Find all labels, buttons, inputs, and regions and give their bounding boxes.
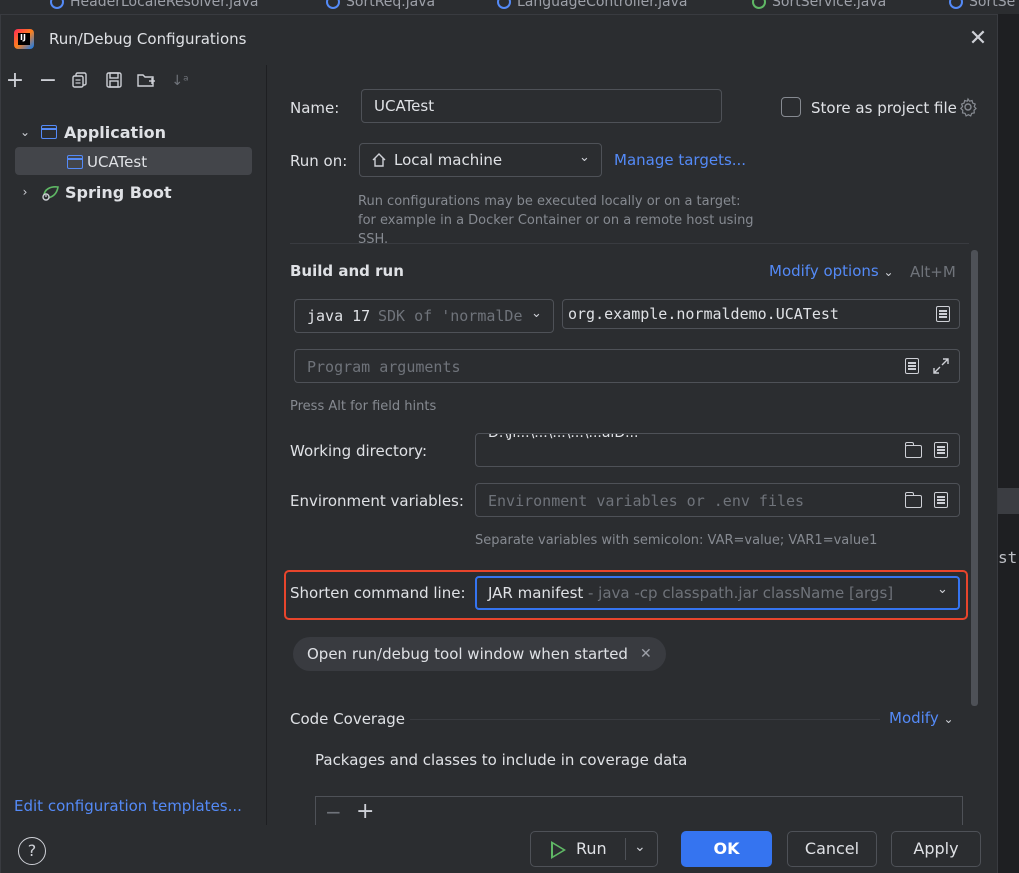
bg-tab-4[interactable]: SortSe bbox=[949, 0, 1015, 10]
java-class-icon bbox=[949, 0, 963, 9]
sort-icon[interactable]: ↓ᵃ bbox=[169, 71, 191, 93]
application-config-icon bbox=[67, 155, 83, 169]
edit-variables-icon[interactable] bbox=[934, 492, 948, 508]
environment-variables-hint: Separate variables with semicolon: VAR=v… bbox=[475, 533, 878, 548]
application-config-icon bbox=[41, 125, 57, 139]
browse-icon[interactable] bbox=[936, 306, 950, 322]
modify-coverage-link[interactable]: Modify ⌄ bbox=[889, 709, 954, 727]
run-on-hint: Run configurations may be executed local… bbox=[358, 194, 754, 247]
chevron-down-icon: ⌄ bbox=[883, 265, 894, 279]
run-on-dropdown[interactable]: Local machine ⌄ bbox=[359, 143, 602, 177]
add-icon[interactable]: + bbox=[356, 799, 374, 824]
name-label: Name: bbox=[290, 99, 340, 117]
working-directory-field[interactable]: D:\Ji...\...\...\...\...alD... bbox=[475, 433, 960, 467]
bg-tab-0[interactable]: HeaderLocaleResolver.java bbox=[50, 0, 259, 10]
help-button[interactable]: ? bbox=[18, 837, 46, 865]
maximize-icon[interactable] bbox=[932, 357, 950, 379]
insert-macro-icon[interactable] bbox=[934, 442, 948, 458]
open-tool-window-option-chip[interactable]: Open run/debug tool window when started … bbox=[293, 637, 666, 671]
remove-icon[interactable]: − bbox=[37, 70, 59, 93]
gear-icon[interactable] bbox=[958, 97, 978, 121]
run-debug-configurations-dialog: IJ Run/Debug Configurations ✕ + − ↓ᵃ ⌄ A… bbox=[0, 14, 998, 873]
field-hints-note: Press Alt for field hints bbox=[290, 399, 437, 414]
new-folder-icon[interactable] bbox=[135, 71, 157, 93]
shorten-command-line-dropdown[interactable]: JAR manifest - java -cp classpath.jar cl… bbox=[475, 576, 960, 610]
configuration-form: Name: UCATest Store as project file Run … bbox=[268, 65, 997, 828]
background-editor-tabs: HeaderLocaleResolver.java SortReq.java L… bbox=[0, 0, 1019, 14]
save-icon[interactable] bbox=[103, 71, 125, 93]
dialog-titlebar: IJ Run/Debug Configurations ✕ bbox=[1, 15, 997, 65]
configurations-sidebar: + − ↓ᵃ ⌄ Application UCATest › Spring Bo… bbox=[1, 65, 267, 873]
form-scrollbar[interactable] bbox=[971, 250, 978, 706]
apply-button[interactable]: Apply bbox=[891, 831, 981, 867]
chevron-down-icon: ⌄ bbox=[937, 582, 948, 597]
separator bbox=[290, 243, 969, 244]
name-field[interactable]: UCATest bbox=[361, 89, 722, 123]
ok-button[interactable]: OK bbox=[681, 831, 772, 867]
program-arguments-field[interactable]: Program arguments bbox=[294, 349, 960, 383]
chevron-down-icon: ⌄ bbox=[531, 306, 542, 321]
java-class-icon bbox=[497, 0, 511, 9]
cancel-button[interactable]: Cancel bbox=[787, 831, 877, 867]
run-button[interactable]: Run ⌄ bbox=[530, 831, 658, 867]
separator bbox=[410, 719, 880, 720]
environment-variables-field[interactable]: Environment variables or .env files bbox=[475, 483, 960, 517]
tree-item-ucatest[interactable]: UCATest bbox=[15, 147, 252, 175]
build-and-run-title: Build and run bbox=[290, 262, 404, 280]
folder-icon[interactable] bbox=[904, 442, 922, 458]
tree-item-application[interactable]: ⌄ Application bbox=[1, 118, 267, 146]
store-as-project-file-checkbox[interactable] bbox=[781, 97, 801, 117]
coverage-packages-list: − + bbox=[315, 796, 963, 828]
chevron-down-icon: ⌄ bbox=[943, 712, 954, 726]
modify-options-shortcut: Alt+M bbox=[910, 263, 956, 281]
run-on-label: Run on: bbox=[290, 152, 348, 170]
store-as-project-file-label: Store as project file bbox=[811, 99, 957, 117]
shorten-command-line-label: Shorten command line: bbox=[290, 584, 466, 602]
modify-options-link[interactable]: Modify options ⌄ bbox=[769, 262, 894, 280]
working-directory-label: Working directory: bbox=[290, 442, 428, 460]
bg-tab-1[interactable]: SortReq.java bbox=[326, 0, 435, 10]
remove-icon[interactable]: − bbox=[325, 800, 342, 824]
java-class-icon bbox=[326, 0, 340, 9]
background-editor-line-highlight bbox=[998, 488, 1019, 514]
remove-option-icon[interactable]: ✕ bbox=[640, 646, 652, 662]
java-class-icon bbox=[50, 0, 64, 9]
environment-variables-label: Environment variables: bbox=[290, 492, 464, 510]
chevron-down-icon[interactable]: ⌄ bbox=[634, 830, 646, 864]
folder-icon[interactable] bbox=[904, 492, 922, 508]
copy-icon[interactable] bbox=[69, 71, 91, 93]
separator bbox=[625, 838, 626, 860]
packages-label: Packages and classes to include in cover… bbox=[315, 751, 688, 769]
bg-tab-3[interactable]: SortService.java bbox=[752, 0, 886, 10]
expand-editor-icon[interactable] bbox=[905, 358, 919, 374]
tree-item-spring-boot[interactable]: › Spring Boot bbox=[1, 178, 267, 206]
add-icon[interactable]: + bbox=[4, 70, 26, 93]
close-icon[interactable]: ✕ bbox=[967, 28, 989, 51]
java-interface-icon bbox=[752, 0, 766, 9]
chevron-right-icon[interactable]: › bbox=[17, 185, 33, 199]
chevron-down-icon[interactable]: ⌄ bbox=[17, 125, 33, 139]
background-editor-text: st bbox=[998, 548, 1018, 567]
chevron-down-icon: ⌄ bbox=[579, 150, 590, 165]
dialog-title: Run/Debug Configurations bbox=[49, 30, 247, 48]
sidebar-toolbar: + − ↓ᵃ bbox=[1, 65, 267, 99]
home-icon bbox=[371, 152, 387, 172]
manage-targets-link[interactable]: Manage targets... bbox=[614, 151, 746, 169]
spring-boot-icon bbox=[41, 184, 59, 201]
run-icon bbox=[551, 841, 566, 859]
jdk-dropdown[interactable]: java 17 SDK of 'normalDe ⌄ bbox=[294, 299, 554, 333]
code-coverage-title: Code Coverage bbox=[290, 710, 406, 728]
edit-configuration-templates-link[interactable]: Edit configuration templates... bbox=[14, 797, 242, 815]
main-class-field[interactable]: org.example.normaldemo.UCATest bbox=[562, 299, 960, 329]
intellij-logo-icon: IJ bbox=[14, 29, 34, 49]
bg-tab-2[interactable]: LanguageController.java bbox=[497, 0, 687, 10]
background-editor bbox=[998, 14, 1019, 873]
